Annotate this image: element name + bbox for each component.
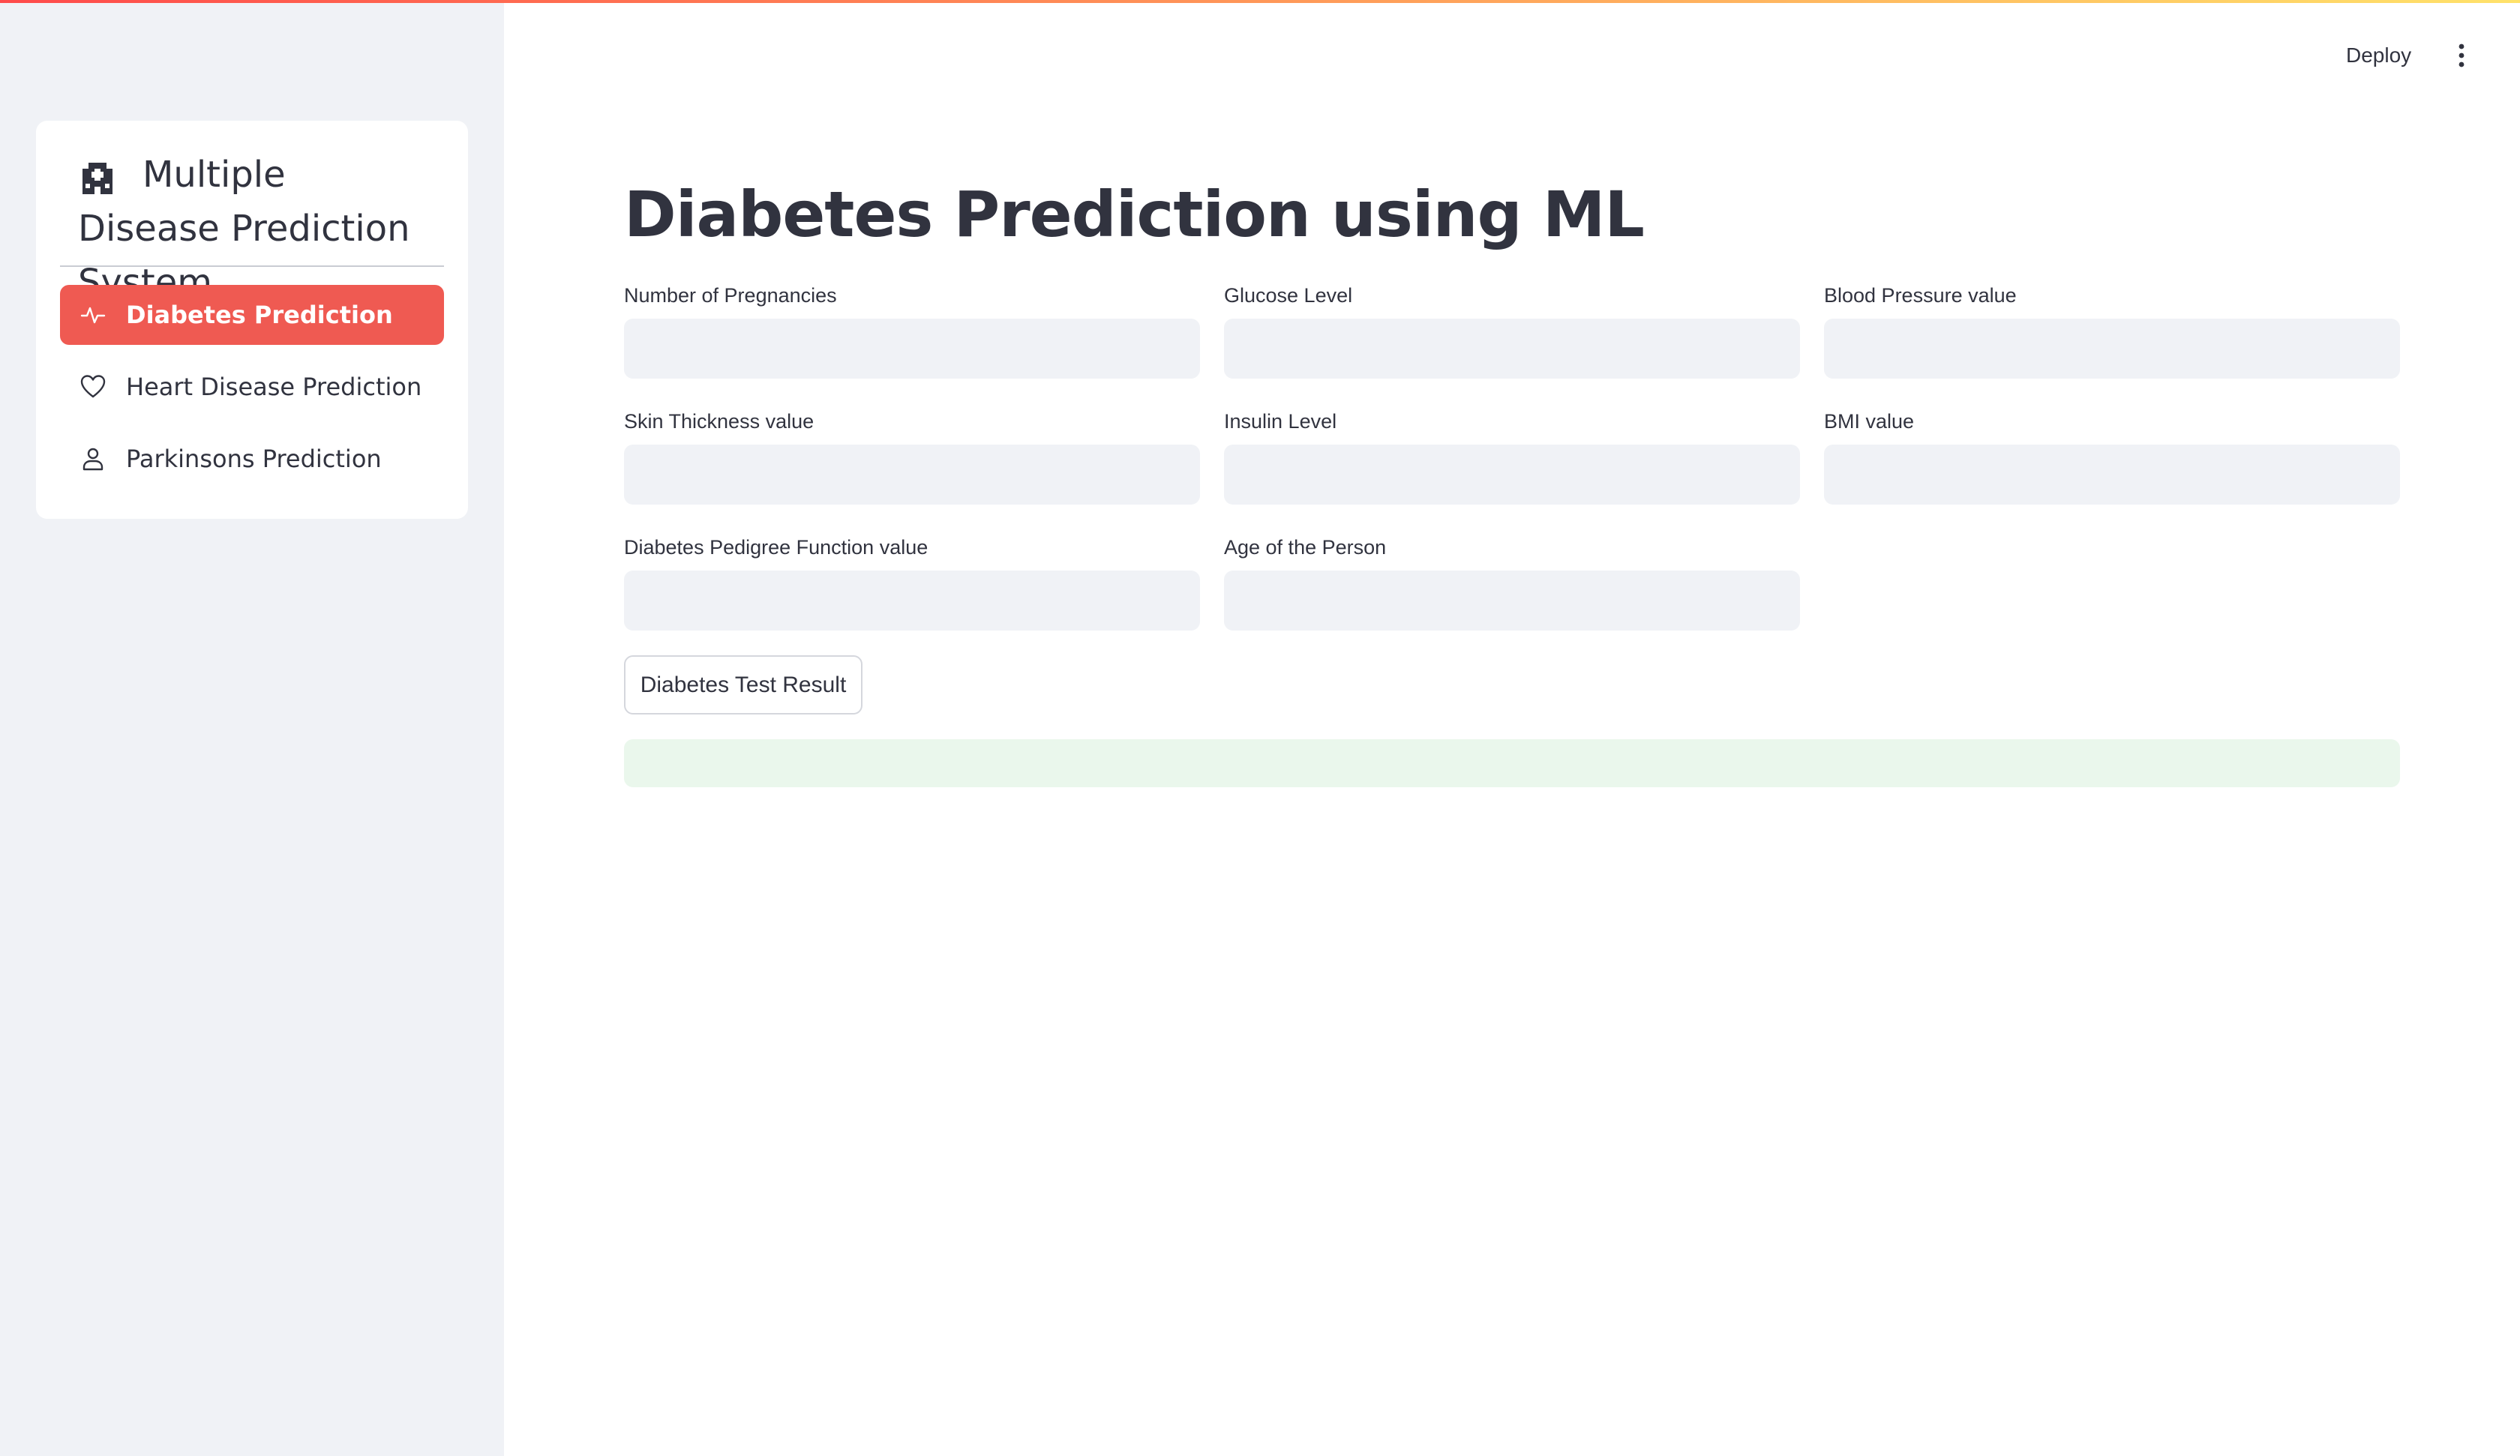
pregnancies-label: Number of Pregnancies — [624, 284, 837, 307]
hospital-icon — [82, 163, 112, 194]
blood-pressure-label: Blood Pressure value — [1824, 284, 2017, 307]
glucose-label: Glucose Level — [1224, 284, 1353, 307]
nav-item-diabetes-prediction[interactable]: Diabetes Prediction — [60, 285, 444, 345]
nav-item-heart-disease-prediction[interactable]: Heart Disease Prediction — [60, 357, 444, 417]
nav-item-label: Parkinsons Prediction — [126, 445, 382, 473]
nav-item-parkinsons-prediction[interactable]: Parkinsons Prediction — [60, 429, 444, 489]
bmi-input[interactable] — [1824, 445, 2400, 505]
option-menu: Multiple Disease Prediction System Diabe… — [36, 121, 468, 519]
top-accent-bar — [0, 0, 2520, 3]
person-icon — [82, 448, 104, 471]
skin-thickness-label: Skin Thickness value — [624, 410, 814, 433]
page-title: Diabetes Prediction using ML — [624, 178, 1645, 251]
diabetes-test-result-button[interactable]: Diabetes Test Result — [624, 655, 862, 715]
activity-icon — [80, 307, 106, 324]
pedigree-function-input[interactable] — [624, 571, 1200, 631]
menu-divider — [60, 265, 444, 267]
insulin-input[interactable] — [1224, 445, 1800, 505]
heart-icon — [80, 375, 106, 398]
nav-item-label: Heart Disease Prediction — [126, 373, 422, 401]
nav-item-label: Diabetes Prediction — [126, 301, 393, 329]
age-input[interactable] — [1224, 571, 1800, 631]
skin-thickness-input[interactable] — [624, 445, 1200, 505]
bmi-label: BMI value — [1824, 410, 1915, 433]
sidebar: Multiple Disease Prediction System Diabe… — [0, 0, 504, 1456]
glucose-input[interactable] — [1224, 319, 1800, 379]
blood-pressure-input[interactable] — [1824, 319, 2400, 379]
age-label: Age of the Person — [1224, 536, 1387, 559]
pedigree-function-label: Diabetes Pedigree Function value — [624, 536, 928, 559]
pregnancies-input[interactable] — [624, 319, 1200, 379]
result-message — [624, 739, 2400, 787]
insulin-label: Insulin Level — [1224, 410, 1337, 433]
deploy-button[interactable]: Deploy — [2346, 39, 2411, 72]
kebab-menu-icon[interactable] — [2452, 39, 2470, 72]
